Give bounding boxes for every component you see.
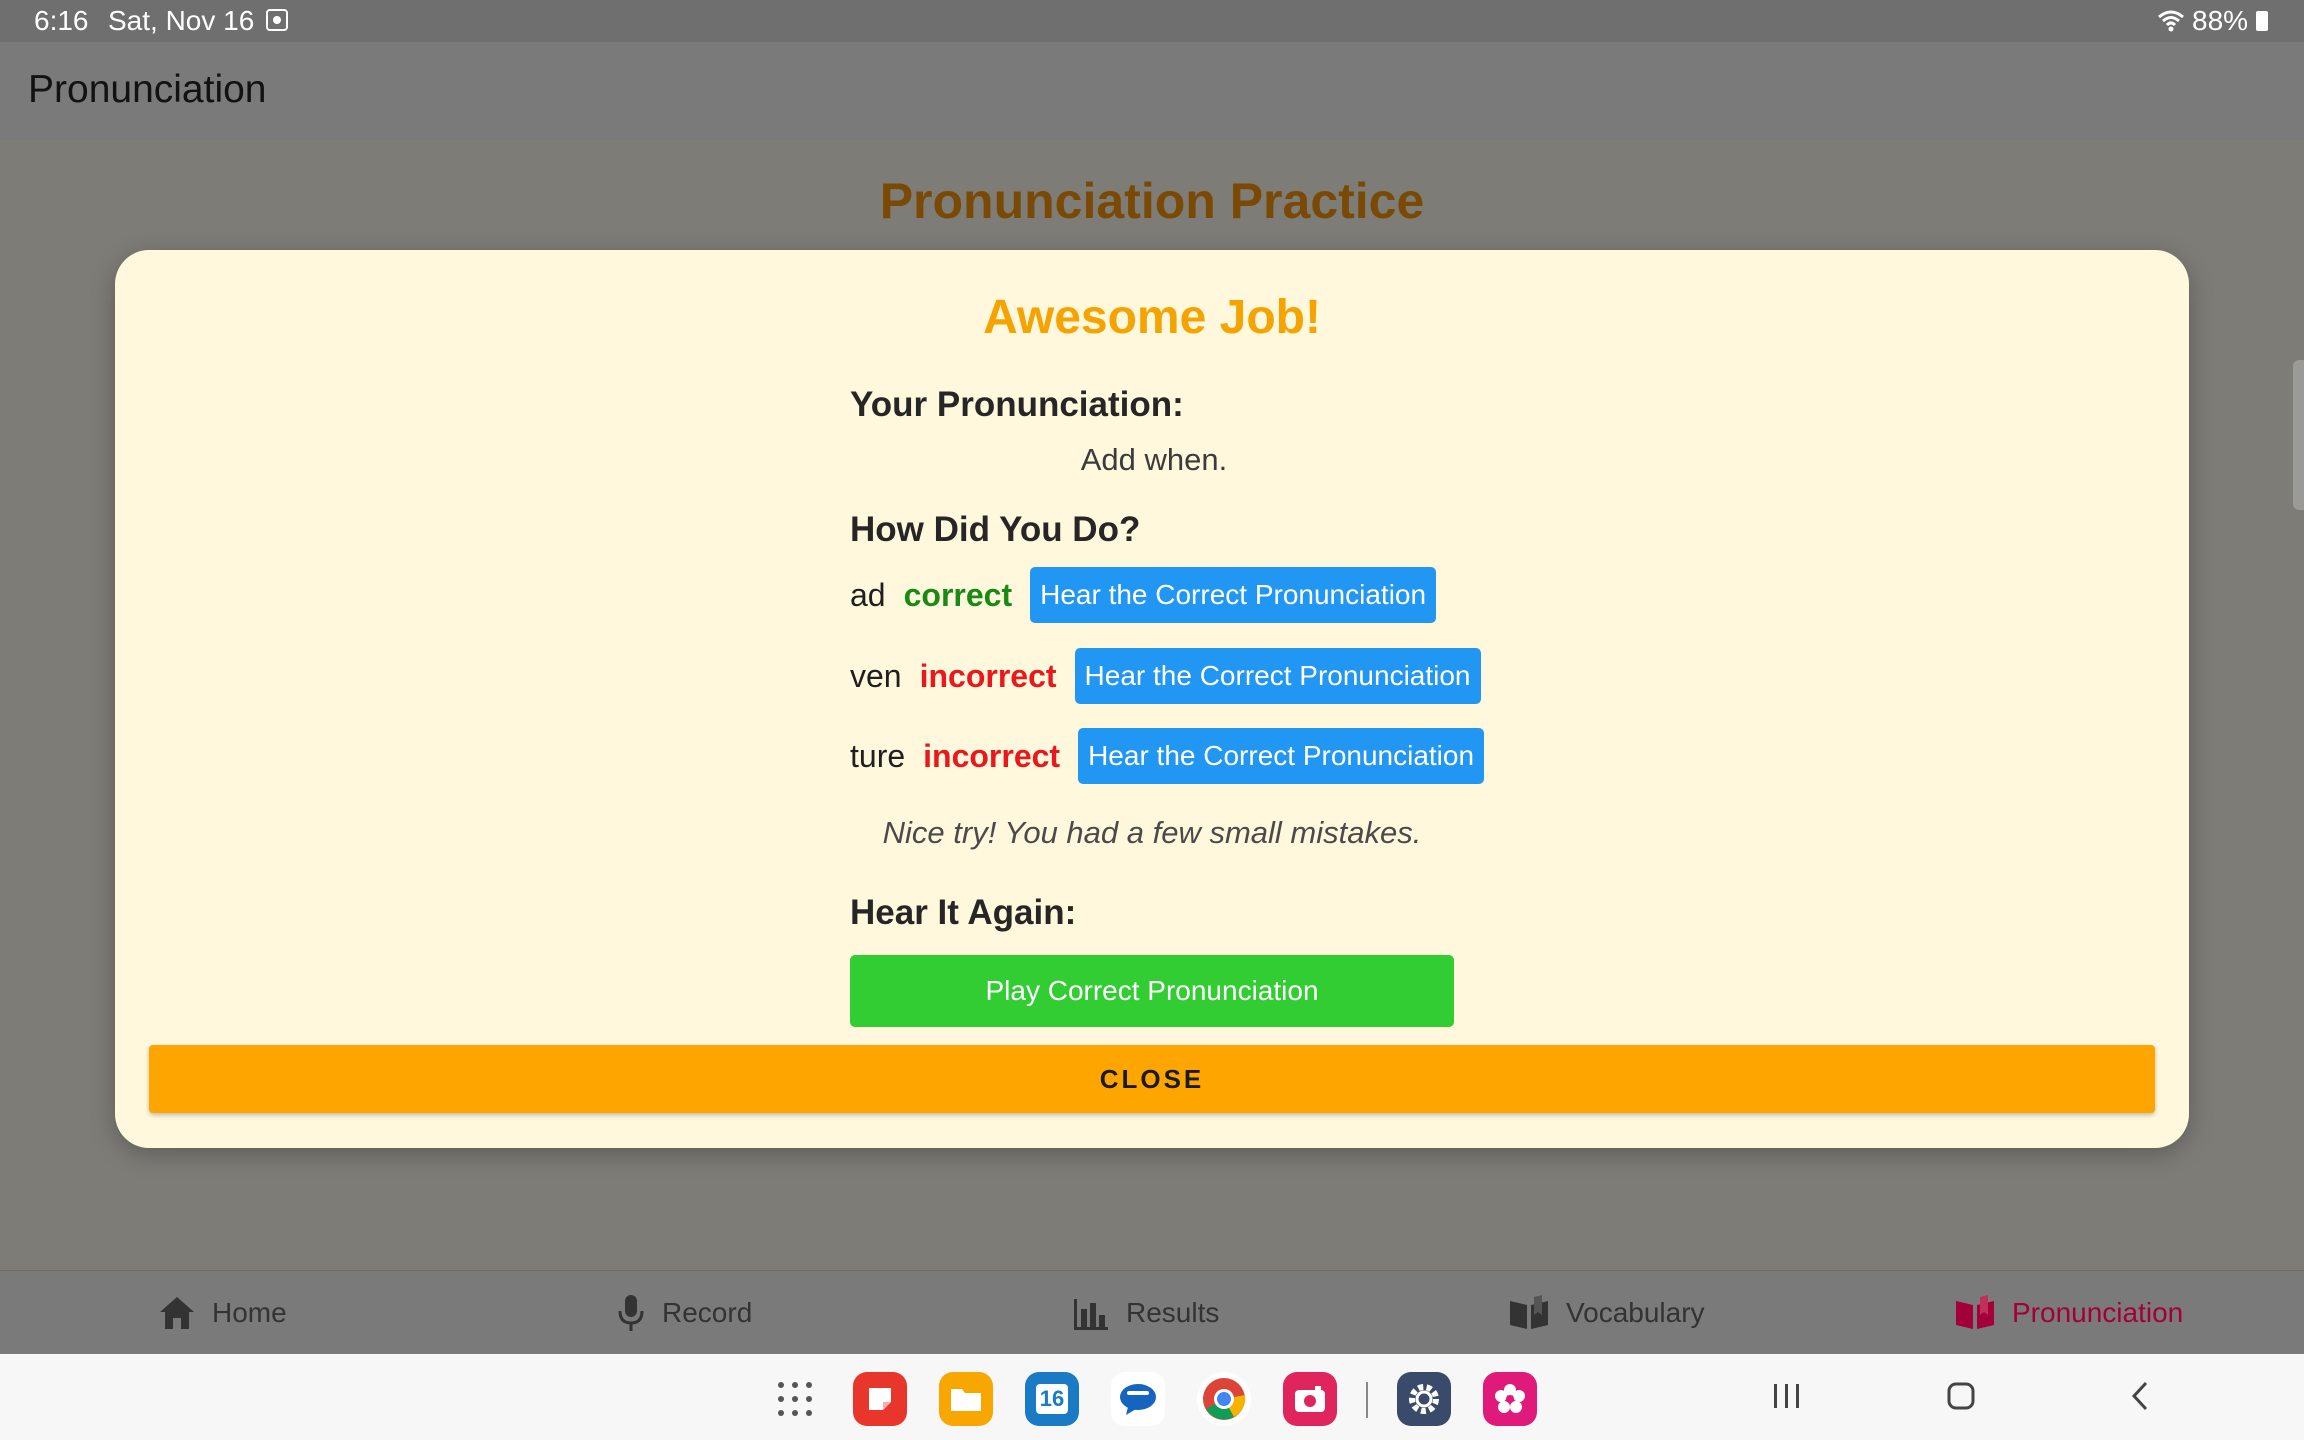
wifi-icon	[2158, 10, 2184, 32]
scroll-handle[interactable]	[2293, 360, 2304, 510]
syllable-text: ad	[850, 576, 886, 613]
back-icon[interactable]	[2124, 1376, 2158, 1416]
book-icon	[1956, 1295, 1994, 1329]
settings-app-icon[interactable]	[1397, 1372, 1451, 1426]
camera-glyph-icon	[1295, 1386, 1325, 1412]
syllable-row: ven incorrect Hear the Correct Pronuncia…	[850, 648, 1481, 704]
syllable-text: ven	[850, 657, 902, 694]
recent-apps-icon[interactable]	[1770, 1376, 1804, 1416]
feedback-message: Nice try! You had a few small mistakes.	[882, 815, 1422, 850]
your-pronunciation-label: Your Pronunciation:	[850, 385, 1184, 424]
syllable-status: incorrect	[919, 657, 1057, 694]
gear-icon	[1409, 1384, 1439, 1414]
nav-label: Pronunciation	[2012, 1297, 2184, 1328]
dock-separator	[1366, 1382, 1368, 1418]
chrome-app-icon[interactable]	[1197, 1372, 1251, 1426]
gallery-app-icon[interactable]	[1483, 1372, 1537, 1426]
home-nav-icon[interactable]	[1944, 1376, 1978, 1416]
bottom-navigation: Home Record Results Vocabulary Pronuncia…	[0, 1270, 2304, 1355]
close-button[interactable]: CLOSE	[149, 1045, 2155, 1113]
flower-icon	[1495, 1384, 1525, 1413]
hear-correct-pronunciation-button[interactable]: Hear the Correct Pronunciation	[1030, 567, 1437, 623]
nav-label: Home	[212, 1297, 287, 1328]
syllable-status: correct	[903, 576, 1013, 613]
notes-app-icon[interactable]	[853, 1372, 907, 1426]
syllable-status: incorrect	[923, 737, 1061, 774]
camera-app-icon[interactable]	[1283, 1372, 1337, 1426]
recognized-text: Add when.	[1080, 442, 1228, 477]
bar-chart-icon	[1074, 1299, 1108, 1330]
nav-item-record[interactable]: Record	[616, 1271, 752, 1355]
nav-item-results[interactable]: Results	[1072, 1271, 1219, 1355]
hear-correct-pronunciation-button[interactable]: Hear the Correct Pronunciation	[1078, 728, 1485, 784]
home-icon	[160, 1297, 194, 1329]
nav-label: Results	[1126, 1297, 1220, 1328]
hear-it-again-label: Hear It Again:	[850, 893, 1077, 932]
play-correct-pronunciation-button[interactable]: Play Correct Pronunciation	[850, 955, 1454, 1027]
calendar-app-icon[interactable]: 16	[1025, 1372, 1079, 1426]
hear-correct-pronunciation-button[interactable]: Hear the Correct Pronunciation	[1074, 648, 1481, 704]
status-time: 6:16	[34, 5, 89, 36]
chrome-logo-icon	[1203, 1378, 1246, 1420]
syllable-row: ture incorrect Hear the Correct Pronunci…	[850, 728, 1485, 784]
battery-level: 88%	[2192, 5, 2249, 36]
note-glyph-icon	[869, 1388, 891, 1410]
nav-item-vocabulary[interactable]: Vocabulary	[1508, 1271, 1705, 1355]
app-drawer-icon[interactable]	[772, 1376, 818, 1422]
status-bar: 6:16 Sat, Nov 16 88%	[0, 0, 2304, 42]
syllable-text: ture	[850, 737, 906, 774]
dialog-title: Awesome Job!	[983, 291, 1321, 344]
nav-item-pronunciation[interactable]: Pronunciation	[1954, 1271, 2183, 1355]
system-taskbar: 16	[0, 1354, 2304, 1440]
chat-bubble-icon	[1120, 1384, 1156, 1415]
results-dialog: Awesome Job! Your Pronunciation: Add whe…	[115, 250, 2189, 1148]
nav-item-home[interactable]: Home	[158, 1271, 287, 1355]
page-heading: Pronunciation Practice	[879, 173, 1425, 229]
notification-icon	[266, 9, 288, 31]
battery-icon	[2256, 11, 2268, 31]
app-bar-title: Pronunciation	[28, 68, 267, 111]
calendar-day: 16	[1035, 1384, 1069, 1414]
messages-app-icon[interactable]	[1111, 1372, 1165, 1426]
status-date: Sat, Nov 16	[108, 5, 255, 36]
syllable-row: ad correct Hear the Correct Pronunciatio…	[850, 567, 1437, 623]
app-bar: Pronunciation	[0, 42, 2304, 140]
microphone-icon	[618, 1295, 644, 1331]
nav-label: Vocabulary	[1566, 1297, 1705, 1328]
how-did-you-do-label: How Did You Do?	[850, 510, 1141, 549]
folder-glyph-icon	[951, 1389, 981, 1411]
nav-label: Record	[662, 1297, 753, 1328]
book-icon	[1510, 1295, 1548, 1329]
files-app-icon[interactable]	[939, 1372, 993, 1426]
